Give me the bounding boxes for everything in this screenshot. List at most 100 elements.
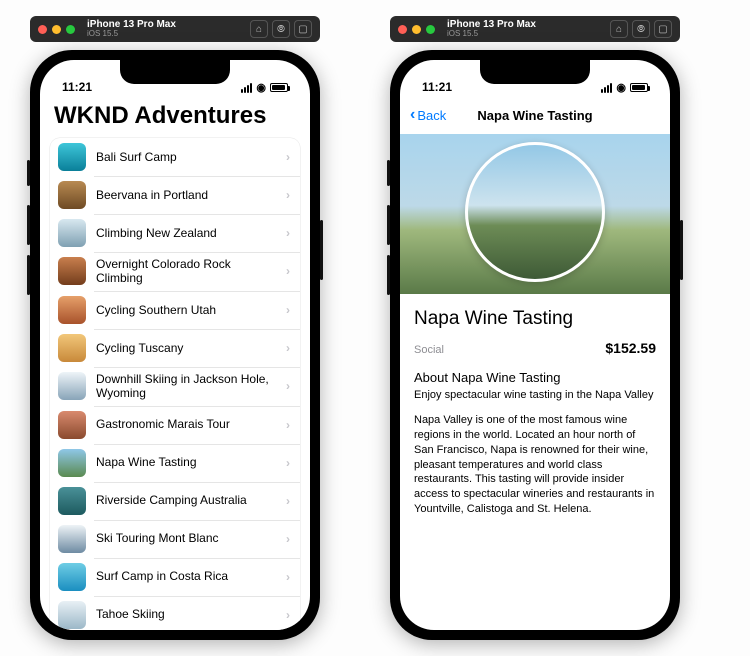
list-item[interactable]: Ski Touring Mont Blanc ›	[50, 520, 300, 558]
about-description: Napa Valley is one of the most famous wi…	[414, 413, 656, 517]
list-item[interactable]: Climbing New Zealand›	[50, 214, 300, 252]
simulator-os: iOS 15.5	[447, 30, 604, 38]
volume-up	[27, 205, 30, 245]
chevron-right-icon: ›	[286, 608, 290, 622]
list-item-label: Riverside Camping Australia	[96, 493, 276, 507]
simulator-left: iPhone 13 Pro Max iOS 15.5 ⌂ ⦾ ▢ 11:21	[30, 16, 320, 640]
list-item[interactable]: Tahoe Skiing ›	[50, 596, 300, 630]
chevron-left-icon: ‹	[410, 107, 415, 123]
chevron-right-icon: ›	[286, 379, 290, 393]
list-item-label: Cycling Southern Utah	[96, 303, 276, 317]
list-item-label: Beervana in Portland	[96, 188, 276, 202]
power-button	[680, 220, 683, 280]
list-item[interactable]: Bali Surf Camp›	[50, 138, 300, 176]
rotate-icon[interactable]: ▢	[654, 20, 672, 38]
volume-down	[27, 255, 30, 295]
simulator-title-block: iPhone 13 Pro Max iOS 15.5	[87, 20, 244, 38]
ringer-switch	[27, 160, 30, 186]
rotate-icon[interactable]: ▢	[294, 20, 312, 38]
phone-frame: 11:21 ◉ ‹ Back Napa Wine Tasting	[390, 50, 680, 640]
list-item-label: Overnight Colorado Rock Climbing	[96, 257, 276, 286]
close-window-button[interactable]	[398, 25, 407, 34]
list-item[interactable]: Gastronomic Marais Tour ›	[50, 406, 300, 444]
thumbnail-image	[58, 563, 86, 591]
list-item[interactable]: Downhill Skiing in Jackson Hole, Wyoming…	[50, 367, 300, 406]
about-subtitle: Enjoy spectacular wine tasting in the Na…	[414, 389, 656, 401]
list-item[interactable]: Surf Camp in Costa Rica ›	[50, 558, 300, 596]
simulator-right: iPhone 13 Pro Max iOS 15.5 ⌂ ⦾ ▢ 11:21	[390, 16, 680, 640]
hero-image	[400, 134, 670, 294]
chevron-right-icon: ›	[286, 570, 290, 584]
list-item[interactable]: Napa Wine Tasting ›	[50, 444, 300, 482]
simulator-title-block: iPhone 13 Pro Max iOS 15.5	[447, 20, 604, 38]
window-controls	[38, 25, 75, 34]
zoom-window-button[interactable]	[66, 25, 75, 34]
thumbnail-image	[58, 257, 86, 285]
window-controls	[398, 25, 435, 34]
home-icon[interactable]: ⌂	[610, 20, 628, 38]
thumbnail-image	[58, 487, 86, 515]
list-item[interactable]: Beervana in Portland ›	[50, 176, 300, 214]
phone-screen: 11:21 ◉ ‹ Back Napa Wine Tasting	[400, 60, 670, 630]
minimize-window-button[interactable]	[52, 25, 61, 34]
thumbnail-image	[58, 372, 86, 400]
screenshot-icon[interactable]: ⦾	[272, 20, 290, 38]
simulator-toolbar: iPhone 13 Pro Max iOS 15.5 ⌂ ⦾ ▢	[30, 16, 320, 42]
simulator-os: iOS 15.5	[87, 30, 244, 38]
zoom-window-button[interactable]	[426, 25, 435, 34]
thumbnail-image	[58, 143, 86, 171]
chevron-right-icon: ›	[286, 418, 290, 432]
list-item[interactable]: Riverside Camping Australia ›	[50, 482, 300, 520]
list-item-label: Ski Touring Mont Blanc	[96, 531, 276, 545]
chevron-right-icon: ›	[286, 188, 290, 202]
volume-down	[387, 255, 390, 295]
status-time: 11:21	[422, 80, 452, 94]
status-time: 11:21	[62, 80, 92, 94]
thumbnail-image	[58, 601, 86, 629]
notch	[120, 60, 230, 84]
chevron-right-icon: ›	[286, 226, 290, 240]
thumbnail-image	[58, 296, 86, 324]
screenshot-icon[interactable]: ⦾	[632, 20, 650, 38]
chevron-right-icon: ›	[286, 456, 290, 470]
price-label: $152.59	[605, 340, 656, 356]
minimize-window-button[interactable]	[412, 25, 421, 34]
list-item-label: Gastronomic Marais Tour	[96, 417, 276, 431]
volume-up	[387, 205, 390, 245]
phone-frame: 11:21 ◉ WKND Adventures Bali Surf Camp›B…	[30, 50, 320, 640]
chevron-right-icon: ›	[286, 264, 290, 278]
battery-icon	[630, 83, 648, 92]
wifi-icon: ◉	[256, 81, 266, 94]
list-item-label: Downhill Skiing in Jackson Hole, Wyoming	[96, 372, 276, 401]
wifi-icon: ◉	[616, 81, 626, 94]
about-heading: About Napa Wine Tasting	[414, 370, 656, 385]
page-title: WKND Adventures	[40, 98, 310, 138]
thumbnail-image	[58, 449, 86, 477]
chevron-right-icon: ›	[286, 150, 290, 164]
chevron-right-icon: ›	[286, 494, 290, 508]
thumbnail-image	[58, 219, 86, 247]
detail-title: Napa Wine Tasting	[414, 308, 656, 330]
thumbnail-image	[58, 181, 86, 209]
list-item[interactable]: Cycling Tuscany›	[50, 329, 300, 367]
list-item-label: Napa Wine Tasting	[96, 455, 276, 469]
phone-screen: 11:21 ◉ WKND Adventures Bali Surf Camp›B…	[40, 60, 310, 630]
adventure-list[interactable]: Bali Surf Camp›Beervana in Portland›Clim…	[50, 138, 300, 630]
chevron-right-icon: ›	[286, 341, 290, 355]
home-icon[interactable]: ⌂	[250, 20, 268, 38]
thumbnail-image	[58, 334, 86, 362]
chevron-right-icon: ›	[286, 532, 290, 546]
list-item[interactable]: Cycling Southern Utah ›	[50, 291, 300, 329]
category-label: Social	[414, 344, 444, 356]
hero-circle-image	[465, 142, 605, 282]
list-item[interactable]: Overnight Colorado Rock Climbing ›	[50, 252, 300, 291]
close-window-button[interactable]	[38, 25, 47, 34]
list-item-label: Surf Camp in Costa Rica	[96, 569, 276, 583]
notch	[480, 60, 590, 84]
back-label: Back	[417, 108, 446, 123]
battery-icon	[270, 83, 288, 92]
signal-icon	[241, 83, 252, 93]
back-button[interactable]: ‹ Back	[410, 107, 446, 123]
list-item-label: Tahoe Skiing	[96, 607, 276, 621]
chevron-right-icon: ›	[286, 303, 290, 317]
